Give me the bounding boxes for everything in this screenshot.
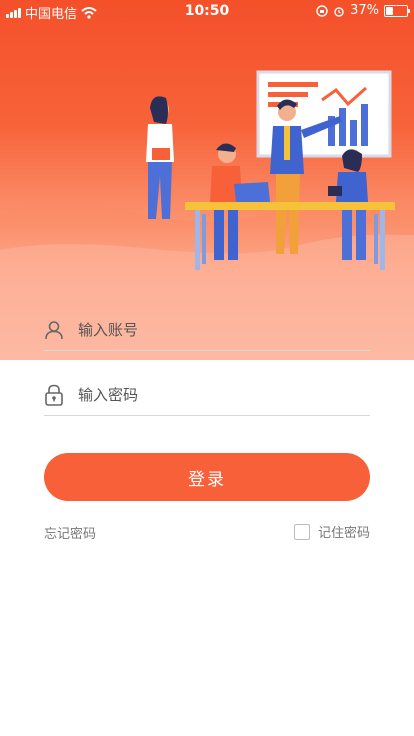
battery-percent: 37% [350, 3, 379, 18]
lock-icon [44, 384, 64, 406]
username-input[interactable] [76, 320, 370, 340]
battery-icon: ⚡ [384, 4, 410, 17]
remember-label: 记住密码 [317, 526, 370, 541]
team-meeting-illustration [146, 70, 395, 270]
password-field[interactable] [44, 375, 370, 416]
status-right: 37% ⚡ [316, 3, 410, 18]
remember-checkbox[interactable] [293, 523, 310, 540]
lock-rotation-icon [316, 4, 328, 17]
alarm-icon [334, 6, 344, 17]
status-bar: 中国电信 10:50 37% ⚡ [0, 0, 414, 22]
forgot-password-link[interactable]: 忘记密码 [44, 523, 96, 542]
remember-password-toggle[interactable]: 记住密码 [293, 522, 370, 541]
login-button[interactable]: 登录 [44, 453, 370, 501]
password-input[interactable] [76, 385, 370, 405]
user-icon [44, 319, 64, 341]
username-field[interactable] [44, 310, 370, 351]
hero-banner: 中国电信 10:50 37% ⚡ [0, 0, 414, 360]
